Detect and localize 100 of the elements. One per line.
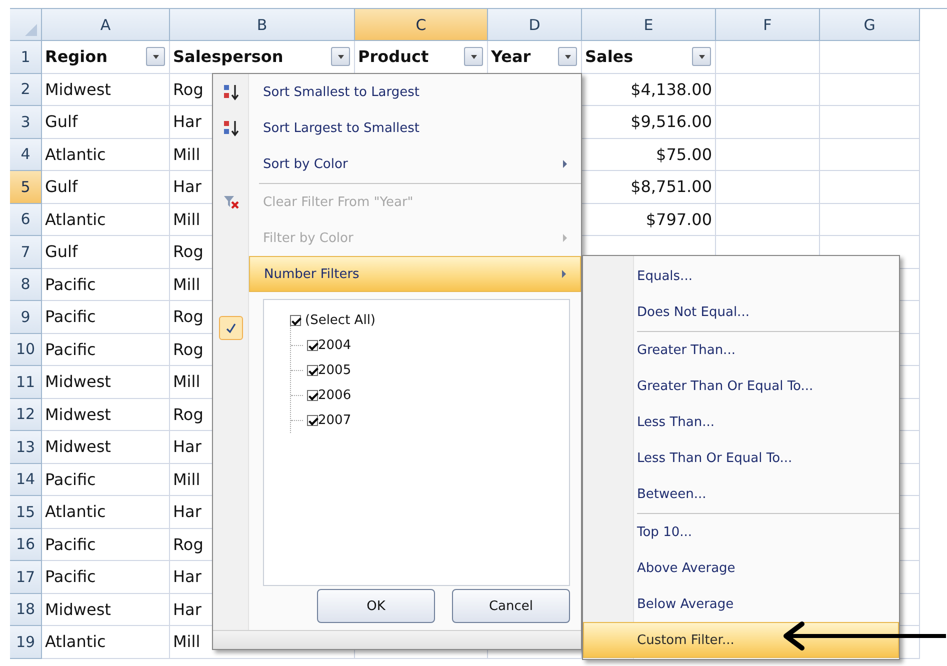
row-header[interactable]: 3 — [10, 106, 42, 138]
table-cell: Mill — [173, 632, 200, 652]
checkbox-item[interactable]: 2007 — [291, 408, 569, 433]
table-cell: Midwest — [45, 404, 111, 424]
triangle-icon — [24, 23, 38, 37]
table-cell: Gulf — [45, 112, 78, 132]
table-cell: Pacific — [45, 470, 96, 489]
row-header[interactable]: 10 — [10, 334, 42, 366]
menu-item[interactable]: Custom Filter... — [583, 622, 899, 658]
row-header[interactable]: 1 — [10, 41, 42, 74]
table-cell: Rog — [173, 340, 204, 359]
resize-grip-bar[interactable] — [213, 630, 581, 649]
table-cell: Atlantic — [45, 144, 106, 164]
submenu-arrow-icon — [563, 160, 567, 168]
column-header[interactable]: D — [488, 9, 582, 41]
row-header[interactable]: 9 — [10, 301, 42, 334]
table-cell: Rog — [173, 80, 204, 99]
row-header[interactable]: 13 — [10, 431, 42, 464]
row-header[interactable]: 19 — [10, 626, 42, 658]
filter-dropdown-button[interactable] — [692, 47, 711, 66]
table-cell: Pacific — [45, 534, 96, 554]
table-cell: Har — [173, 600, 202, 619]
column-title: Product — [358, 47, 429, 66]
row-header[interactable]: 14 — [10, 464, 42, 496]
menu-item[interactable]: Less Than... — [583, 404, 899, 440]
sort-ascending-icon — [222, 83, 240, 101]
menu-item[interactable]: Above Average — [583, 550, 899, 586]
column-title: Sales — [585, 47, 634, 66]
menu-item[interactable]: Does Not Equal... — [583, 294, 899, 330]
table-cell: Pacific — [45, 307, 96, 326]
table-cell: $8,751.00 — [630, 177, 712, 196]
row-header[interactable]: 16 — [10, 528, 42, 561]
clear-filter-icon — [222, 193, 240, 211]
menu-item[interactable]: Sort Smallest to Largest — [213, 74, 581, 110]
table-cell: $75.00 — [656, 144, 712, 164]
row-header[interactable]: 2 — [10, 74, 42, 106]
dialog-button[interactable]: OK — [317, 589, 435, 623]
table-cell: Pacific — [45, 340, 96, 359]
table-cell: Har — [173, 567, 202, 586]
column-header[interactable]: B — [170, 9, 355, 41]
sort-descending-icon — [222, 119, 240, 137]
row-header[interactable]: 15 — [10, 496, 42, 528]
table-cell: Har — [173, 177, 202, 196]
table-cell: Rog — [173, 404, 204, 424]
filter-dropdown-button[interactable] — [331, 47, 350, 66]
table-cell: Rog — [173, 307, 204, 326]
filter-dropdown-button[interactable] — [464, 47, 483, 66]
table-cell: $9,516.00 — [630, 112, 712, 132]
table-cell: Midwest — [45, 600, 111, 619]
checkbox-item[interactable]: 2005 — [291, 358, 569, 383]
row-header[interactable]: 8 — [10, 268, 42, 301]
dialog-button[interactable]: Cancel — [452, 589, 570, 623]
filter-dropdown-button[interactable] — [146, 47, 165, 66]
menu-item[interactable]: Between... — [583, 476, 899, 512]
column-header[interactable]: F — [716, 9, 820, 41]
table-cell: Mill — [173, 470, 200, 489]
menu-item[interactable]: Sort Largest to Smallest — [213, 110, 581, 146]
table-cell: Mill — [173, 372, 200, 392]
checkmark-icon — [219, 316, 243, 340]
submenu-arrow-icon — [563, 234, 567, 242]
checkbox-item[interactable]: 2006 — [291, 383, 569, 408]
menu-item[interactable]: Less Than Or Equal To... — [583, 440, 899, 476]
row-header[interactable]: 18 — [10, 594, 42, 626]
row-header[interactable]: 5 — [10, 171, 42, 204]
column-header[interactable]: G — [820, 9, 920, 41]
menu-item[interactable]: Greater Than Or Equal To... — [583, 368, 899, 404]
column-title: Salesperson — [173, 47, 284, 66]
column-header[interactable]: A — [42, 9, 170, 41]
checkbox-item[interactable]: 2004 — [291, 333, 569, 358]
row-header[interactable]: 4 — [10, 138, 42, 171]
table-cell: $4,138.00 — [630, 80, 712, 99]
table-cell: $797.00 — [646, 210, 712, 229]
checkbox-item[interactable]: (Select All) — [290, 308, 569, 333]
table-cell: Mill — [173, 144, 200, 164]
row-header[interactable]: 7 — [10, 236, 42, 268]
table-cell: Gulf — [45, 177, 78, 196]
row-header[interactable]: 17 — [10, 561, 42, 594]
column-header[interactable]: E — [582, 9, 716, 41]
table-cell: Har — [173, 112, 202, 132]
menu-item[interactable]: Number Filters — [249, 256, 581, 292]
row-header[interactable]: 12 — [10, 398, 42, 431]
table-cell: Mill — [173, 210, 200, 229]
submenu-arrow-icon — [562, 270, 566, 278]
row-header[interactable]: 11 — [10, 366, 42, 398]
column-header[interactable]: C — [355, 9, 488, 41]
filter-dropdown-button[interactable] — [558, 47, 577, 66]
column-title: Year — [491, 47, 531, 66]
table-cell: Midwest — [45, 372, 111, 392]
table-cell: Pacific — [45, 274, 96, 294]
menu-item[interactable]: Below Average — [583, 586, 899, 622]
row-header[interactable]: 6 — [10, 204, 42, 236]
table-cell: Har — [173, 437, 202, 456]
table-cell: Atlantic — [45, 632, 106, 652]
table-cell: Rog — [173, 534, 204, 554]
menu-item[interactable]: Sort by Color — [213, 146, 581, 182]
table-cell: Atlantic — [45, 210, 106, 229]
table-cell: Rog — [173, 242, 204, 262]
table-cell: Mill — [173, 274, 200, 294]
table-cell: Pacific — [45, 567, 96, 586]
menu-item[interactable]: Equals... — [583, 258, 899, 294]
